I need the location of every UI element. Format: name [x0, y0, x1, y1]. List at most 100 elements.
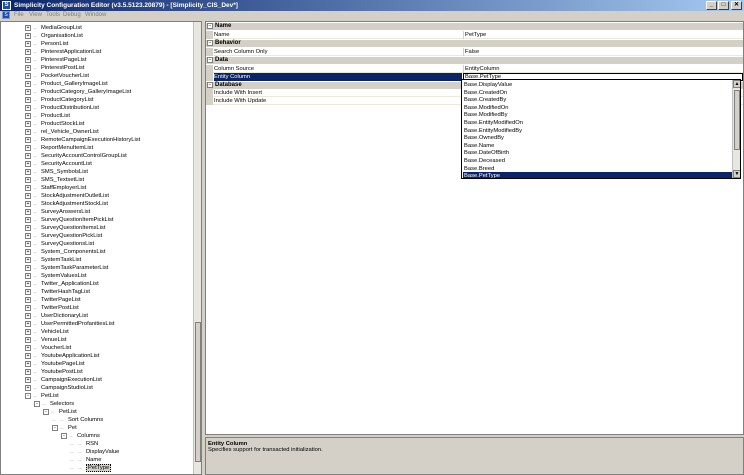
app-logo-icon[interactable]: S: [2, 1, 11, 10]
tree-item[interactable]: + ·· Product_GalleryImageList: [25, 80, 108, 88]
expand-icon[interactable]: +: [25, 97, 31, 103]
dropdown-option[interactable]: Base.PetType: [463, 172, 732, 178]
expand-icon[interactable]: +: [25, 241, 31, 247]
tree-item[interactable]: - ·· Pet: [52, 424, 77, 432]
tree-view[interactable]: + ·· MediaGroupList + ·· OrganisationList + ·· P…: [0, 21, 202, 475]
tree-item[interactable]: + ·· VoucherList: [25, 344, 71, 352]
collapse-icon[interactable]: −: [207, 40, 213, 46]
expand-icon[interactable]: +: [25, 257, 31, 263]
tree-item[interactable]: + ·· ProductStockList: [25, 120, 85, 128]
tree-item[interactable]: + ·· ProductList: [25, 112, 70, 120]
tree-item[interactable]: + ·· StaffEmployerList: [25, 184, 86, 192]
menu-view[interactable]: View: [29, 11, 42, 20]
tree-item[interactable]: - ·· PetList: [43, 408, 77, 416]
expand-icon[interactable]: +: [25, 137, 31, 143]
tree-item[interactable]: + ·· SMS_SymbolsList: [25, 168, 88, 176]
menu-debug[interactable]: Debug: [63, 11, 81, 20]
menu-file[interactable]: File: [14, 11, 24, 20]
tree-scrollbar[interactable]: [193, 22, 201, 474]
tree-item[interactable]: + ·· SMS_TextsetList: [25, 176, 84, 184]
expand-icon[interactable]: +: [25, 105, 31, 111]
tree-item[interactable]: - ·· PetList: [25, 392, 59, 400]
menu-tools[interactable]: Tools: [46, 11, 60, 20]
tree-item[interactable]: + ·· TwitterHashTagList: [25, 288, 90, 296]
tree-item[interactable]: + ·· ProductDistributionList: [25, 104, 99, 112]
expand-icon[interactable]: +: [25, 289, 31, 295]
tree-item[interactable]: + ·· ProductCategory_GalleryImageList: [25, 88, 131, 96]
expand-icon[interactable]: +: [25, 81, 31, 87]
scroll-thumb[interactable]: [195, 322, 201, 462]
tree-item[interactable]: - ·· Columns: [61, 432, 100, 440]
tree-item[interactable]: + ·· SurveyQuestionsList: [25, 240, 94, 248]
tree-item[interactable]: + ·· VehicleList: [25, 328, 69, 336]
tree-item[interactable]: + ·· CampaignStudioList: [25, 384, 93, 392]
expand-icon[interactable]: +: [25, 321, 31, 327]
expand-icon[interactable]: +: [25, 361, 31, 367]
collapse-icon[interactable]: -: [43, 409, 49, 415]
tree-item[interactable]: + ·· YoutubePostList: [25, 368, 83, 376]
expand-icon[interactable]: +: [25, 233, 31, 239]
expand-icon[interactable]: +: [25, 385, 31, 391]
close-button[interactable]: ✕: [731, 1, 742, 10]
expand-icon[interactable]: +: [25, 65, 31, 71]
expand-icon[interactable]: +: [25, 185, 31, 191]
expand-icon[interactable]: +: [25, 249, 31, 255]
tree-item[interactable]: ·· ·· RSN: [70, 440, 98, 448]
expand-icon[interactable]: +: [25, 369, 31, 375]
tree-item[interactable]: + ·· rel_Vehicle_OwnerList: [25, 128, 99, 136]
tree-item[interactable]: + ·· StockAdjustmentStockList: [25, 200, 108, 208]
expand-icon[interactable]: +: [25, 121, 31, 127]
collapse-icon[interactable]: −: [207, 82, 213, 88]
expand-icon[interactable]: +: [25, 161, 31, 167]
scroll-up-icon[interactable]: ▲: [733, 80, 740, 88]
minimize-button[interactable]: _: [706, 1, 717, 10]
tree-item[interactable]: + ·· SurveyQuestionItemPickList: [25, 216, 114, 224]
expand-icon[interactable]: +: [25, 225, 31, 231]
category-name[interactable]: − Name: [206, 23, 743, 30]
expand-icon[interactable]: +: [25, 25, 31, 31]
menu-window[interactable]: Window: [85, 11, 106, 20]
expand-icon[interactable]: +: [25, 113, 31, 119]
tree-item[interactable]: ·· ·· PetType: [70, 464, 112, 472]
tree-item[interactable]: + ·· SecurityAccountList: [25, 160, 92, 168]
scroll-down-icon[interactable]: ▼: [733, 170, 740, 178]
maximize-button[interactable]: □: [718, 1, 729, 10]
expand-icon[interactable]: +: [25, 305, 31, 311]
expand-icon[interactable]: +: [25, 313, 31, 319]
expand-icon[interactable]: +: [25, 169, 31, 175]
expand-icon[interactable]: +: [25, 49, 31, 55]
tree-item[interactable]: + ·· TwitterPostList: [25, 304, 79, 312]
tree-item[interactable]: + ·· SurveyQuestionItemsList: [25, 224, 105, 232]
property-value[interactable]: False: [463, 48, 743, 56]
tree-item[interactable]: + ·· MediaGroupList: [25, 24, 82, 32]
tree-item[interactable]: + ·· ReportMenuItemList: [25, 144, 93, 152]
expand-icon[interactable]: +: [25, 353, 31, 359]
expand-icon[interactable]: +: [25, 73, 31, 79]
tree-item[interactable]: + ·· PinterestPageList: [25, 56, 86, 64]
collapse-icon[interactable]: -: [25, 393, 31, 399]
category-behavior[interactable]: − Behavior: [206, 40, 743, 47]
tree-item[interactable]: ·· ·· Name: [70, 456, 101, 464]
tree-item[interactable]: + ·· SystemTaskList: [25, 256, 81, 264]
property-row-search-column-only[interactable]: Search Column Only False: [206, 48, 743, 56]
tree-item[interactable]: + ·· VenueList: [25, 336, 66, 344]
collapse-icon[interactable]: -: [34, 401, 40, 407]
scroll-thumb[interactable]: [734, 90, 740, 150]
expand-icon[interactable]: +: [25, 33, 31, 39]
entity-column-dropdown[interactable]: ▲ ▼ Base.DisplayValue Base.CreatedOn Base.…: [461, 79, 741, 179]
expand-icon[interactable]: +: [25, 145, 31, 151]
dropdown-scrollbar[interactable]: ▲ ▼: [732, 80, 740, 178]
expand-icon[interactable]: +: [25, 345, 31, 351]
expand-icon[interactable]: +: [25, 153, 31, 159]
tree-item[interactable]: + ·· SurveyAnswersList: [25, 208, 90, 216]
expand-icon[interactable]: +: [25, 209, 31, 215]
expand-icon[interactable]: +: [25, 273, 31, 279]
tree-item[interactable]: + ·· SurveyQuestionPickList: [25, 232, 102, 240]
expand-icon[interactable]: +: [25, 377, 31, 383]
collapse-icon[interactable]: −: [207, 57, 213, 63]
tree-item[interactable]: + ·· PocketVoucherList: [25, 72, 89, 80]
expand-icon[interactable]: +: [25, 193, 31, 199]
tree-item[interactable]: + ·· YoutubePageList: [25, 360, 85, 368]
property-row-name[interactable]: Name PetType: [206, 31, 743, 39]
tree-item[interactable]: + ·· OrganisationList: [25, 32, 83, 40]
